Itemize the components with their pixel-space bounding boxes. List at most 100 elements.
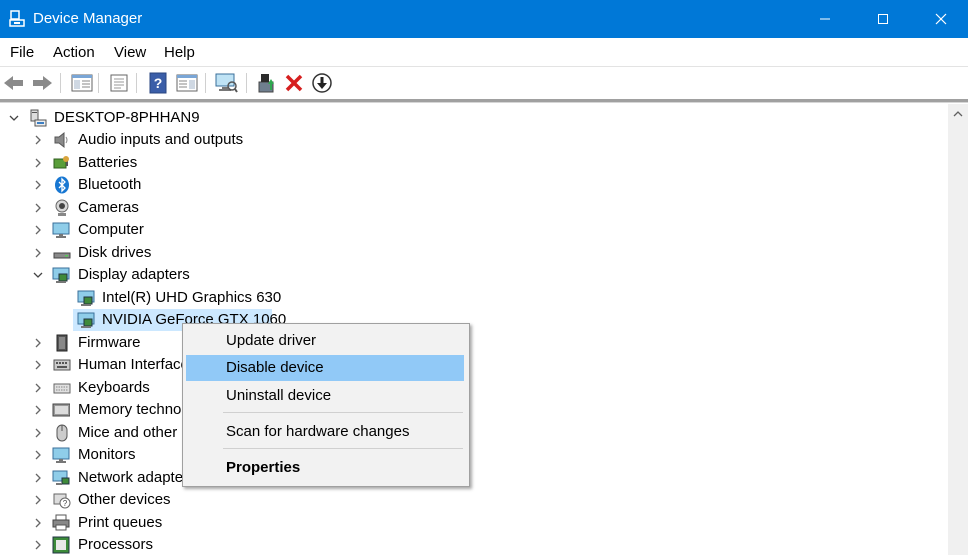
enable-device-icon: [312, 73, 332, 93]
toolbar-separator: [98, 73, 99, 93]
chevron-right-icon[interactable]: [32, 157, 44, 169]
close-icon: [935, 13, 947, 25]
update-driver-button[interactable]: [254, 71, 278, 95]
tree-category[interactable]: Disk drives: [0, 242, 948, 264]
tree-root[interactable]: DESKTOP-8PHHAN9: [0, 107, 948, 129]
display-adapter-icon: [52, 267, 70, 283]
tree-category[interactable]: Memory techno: [0, 399, 948, 421]
svg-text:?: ?: [63, 499, 68, 508]
toolbar: ?: [0, 66, 968, 99]
chevron-right-icon[interactable]: [32, 472, 44, 484]
enable-device-button[interactable]: [310, 71, 334, 95]
keyboard-icon: [53, 383, 71, 394]
menu-bar: File Action View Help: [0, 38, 968, 66]
tree-category[interactable]: Firmware: [0, 332, 948, 354]
tree-category-label: Disk drives: [78, 244, 152, 261]
menu-view[interactable]: View: [114, 44, 146, 62]
chevron-right-icon[interactable]: [32, 247, 44, 259]
context-menu-properties[interactable]: Properties: [186, 455, 464, 481]
chevron-up-icon: [953, 111, 963, 117]
chevron-right-icon[interactable]: [32, 134, 44, 146]
tree-category[interactable]: Mice and other p: [0, 422, 948, 444]
menu-item-label: Scan for hardware changes: [226, 423, 410, 440]
firmware-chip-icon: [56, 334, 68, 352]
context-menu-update-driver[interactable]: Update driver: [186, 328, 464, 354]
forward-button[interactable]: [30, 71, 54, 95]
tree-category[interactable]: Audio inputs and outputs: [0, 129, 948, 151]
chevron-right-icon[interactable]: [32, 494, 44, 506]
context-menu-uninstall-device[interactable]: Uninstall device: [186, 383, 464, 409]
uninstall-device-button[interactable]: [282, 71, 306, 95]
chevron-right-icon[interactable]: [32, 449, 44, 461]
chevron-right-icon[interactable]: [32, 224, 44, 236]
close-button[interactable]: [912, 0, 968, 38]
help-button[interactable]: ?: [146, 71, 170, 95]
scroll-up-button[interactable]: [948, 104, 968, 124]
tree-category[interactable]: Human Interface: [0, 354, 948, 376]
title-bar: Device Manager: [0, 0, 968, 38]
action-pane-button[interactable]: [175, 71, 199, 95]
chevron-right-icon[interactable]: [32, 539, 44, 551]
show-hide-console-tree-icon: [71, 74, 93, 92]
printer-icon: [52, 514, 70, 531]
chevron-right-icon[interactable]: [32, 202, 44, 214]
scan-hardware-icon: [215, 73, 238, 93]
show-hide-console-tree-button[interactable]: [70, 71, 94, 95]
tree-category-label: Memory techno: [78, 401, 182, 418]
tree-category[interactable]: ? Other devices: [0, 489, 948, 511]
chevron-down-icon[interactable]: [32, 269, 44, 281]
minimize-button[interactable]: [796, 0, 854, 38]
tree-category[interactable]: Display adapters: [0, 264, 948, 286]
tree-category-label: Batteries: [78, 154, 138, 171]
menu-file[interactable]: File: [10, 44, 34, 62]
tree-category[interactable]: Network adapte: [0, 467, 948, 489]
memory-technology-icon: [52, 403, 70, 417]
tree-category[interactable]: Bluetooth: [0, 174, 948, 196]
properties-icon: [110, 74, 128, 92]
mouse-icon: [56, 424, 68, 442]
tree-category-label: Firmware: [78, 334, 141, 351]
tree-device-selected[interactable]: NVIDIA GeForce GTX 1060: [0, 309, 948, 331]
battery-icon: [53, 156, 69, 169]
chevron-right-icon[interactable]: [32, 404, 44, 416]
vertical-scrollbar[interactable]: [948, 104, 968, 555]
chevron-right-icon[interactable]: [32, 359, 44, 371]
chevron-right-icon[interactable]: [32, 179, 44, 191]
tree-category-label: Other devices: [78, 491, 171, 508]
tree-category[interactable]: Keyboards: [0, 377, 948, 399]
tree-category[interactable]: Processors: [0, 534, 948, 555]
tree-category[interactable]: Batteries: [0, 152, 948, 174]
menu-help[interactable]: Help: [164, 44, 195, 62]
maximize-button[interactable]: [854, 0, 912, 38]
minimize-icon: [820, 18, 830, 20]
menu-item-label: Properties: [226, 459, 301, 476]
scan-hardware-button[interactable]: [214, 71, 238, 95]
update-driver-icon: [258, 74, 274, 93]
chevron-right-icon[interactable]: [32, 382, 44, 394]
context-menu-disable-device[interactable]: Disable device: [186, 355, 464, 381]
tree-category[interactable]: Print queues: [0, 512, 948, 534]
menu-separator: [223, 448, 463, 449]
device-tree: DESKTOP-8PHHAN9 Audio inputs and outputs…: [0, 104, 948, 555]
tree-root-label: DESKTOP-8PHHAN9: [54, 109, 200, 126]
chevron-down-icon[interactable]: [8, 112, 20, 124]
display-adapter-icon: [77, 312, 95, 328]
chevron-right-icon[interactable]: [32, 517, 44, 529]
tree-category[interactable]: Cameras: [0, 197, 948, 219]
chevron-right-icon[interactable]: [32, 337, 44, 349]
back-button[interactable]: [2, 71, 26, 95]
tree-category[interactable]: Computer: [0, 219, 948, 241]
bluetooth-icon: [55, 176, 69, 194]
device-manager-app-icon: [9, 10, 25, 27]
menu-action[interactable]: Action: [53, 44, 95, 62]
tree-category-label: Keyboards: [78, 379, 150, 396]
tree-category-label: Human Interface: [78, 356, 189, 373]
help-icon: ?: [149, 72, 167, 94]
tree-category[interactable]: Monitors: [0, 444, 948, 466]
context-menu-scan-hardware[interactable]: Scan for hardware changes: [186, 419, 464, 445]
context-menu: Update driver Disable device Uninstall d…: [182, 323, 470, 487]
properties-button[interactable]: [107, 71, 131, 95]
menu-item-label: Uninstall device: [226, 387, 332, 404]
tree-device[interactable]: Intel(R) UHD Graphics 630: [0, 287, 948, 309]
chevron-right-icon[interactable]: [32, 427, 44, 439]
